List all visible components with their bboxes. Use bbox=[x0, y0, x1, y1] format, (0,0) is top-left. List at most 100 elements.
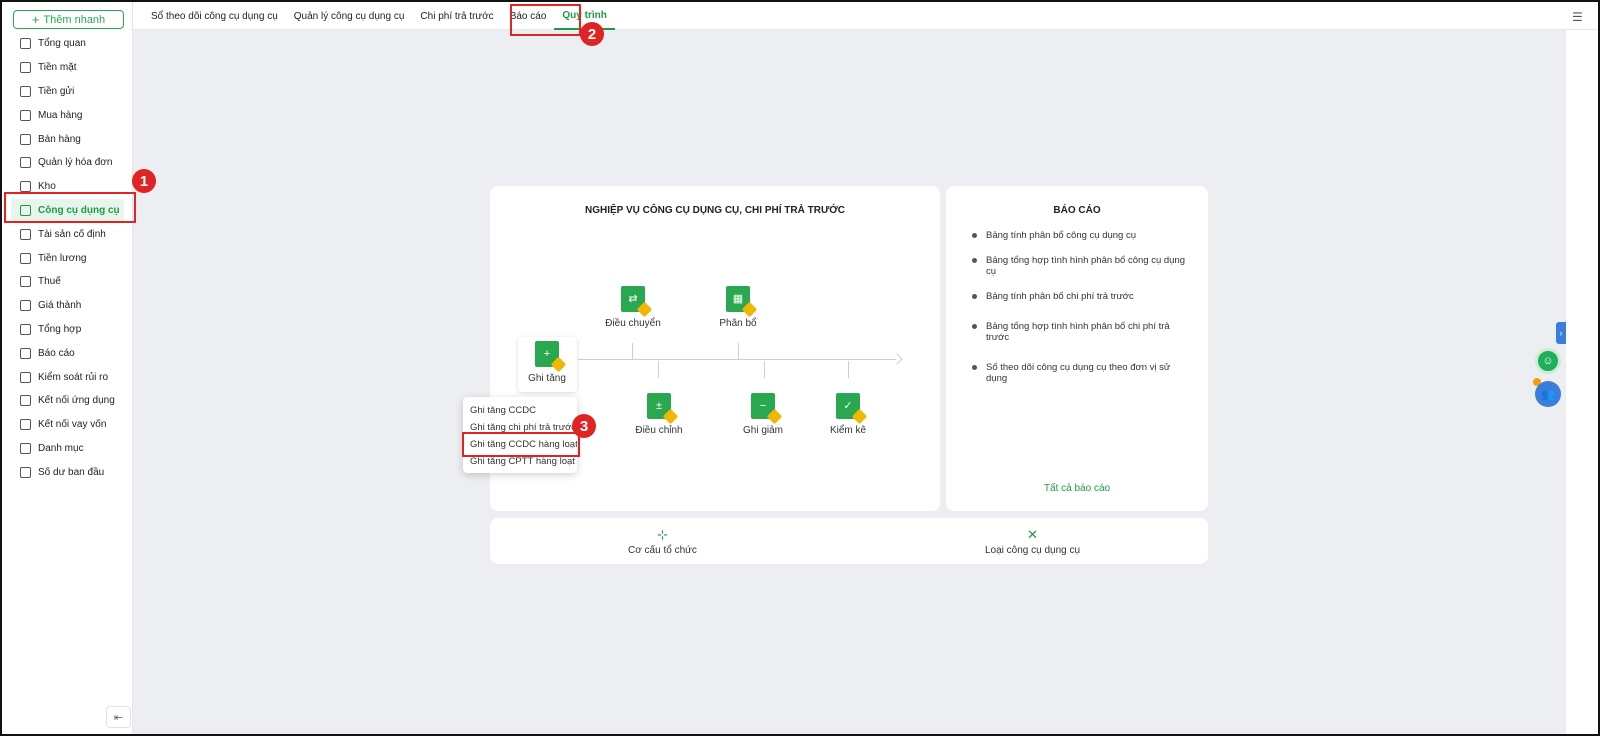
adjust-icon: ± bbox=[647, 393, 671, 419]
quick-add-label: Thêm nhanh bbox=[43, 13, 106, 26]
balance-icon bbox=[20, 466, 31, 478]
process-node-phan-bo[interactable]: ▦ Phân bổ bbox=[698, 286, 778, 329]
bot-icon: ☺ bbox=[1542, 355, 1554, 367]
sidebar-item-tien-gui[interactable]: Tiền gửi bbox=[2, 80, 133, 104]
timeline-tick bbox=[848, 361, 849, 378]
highlight-box-3 bbox=[462, 432, 580, 457]
summary-icon bbox=[20, 323, 31, 335]
sidebar-item-label: Giá thành bbox=[38, 300, 82, 312]
sidebar-item-label: Danh mục bbox=[38, 442, 84, 454]
sidebar-item-label: Tổng quan bbox=[38, 38, 86, 50]
shopping-bag-icon bbox=[20, 109, 31, 121]
step-badge-1: 1 bbox=[132, 169, 156, 193]
quick-add-button[interactable]: + Thêm nhanh bbox=[13, 10, 124, 29]
sidebar-item-kiem-soat-rui-ro[interactable]: Kiểm soát rủi ro bbox=[2, 365, 133, 389]
dashboard-icon bbox=[20, 38, 31, 50]
process-node-kiem-ke[interactable]: ✓ Kiểm kê bbox=[808, 393, 888, 436]
step-badge-3: 3 bbox=[572, 414, 596, 438]
expand-panel-button[interactable]: › bbox=[1556, 322, 1566, 344]
node-label: Điều chỉnh bbox=[635, 425, 683, 436]
sidebar-item-label: Thuế bbox=[38, 276, 61, 288]
process-title: NGHIỆP VỤ CÔNG CỤ DỤNG CỤ, CHI PHÍ TRẢ T… bbox=[585, 205, 845, 216]
chevron-right-icon: › bbox=[1559, 328, 1563, 338]
sidebar-item-label: Kiểm soát rủi ro bbox=[38, 371, 109, 383]
report-item[interactable]: Bảng tổng hợp tình hình phân bổ công cụ … bbox=[970, 255, 1190, 277]
sidebar-item-thue[interactable]: Thuế bbox=[2, 270, 133, 294]
top-tab-bar: Sổ theo dõi công cụ dụng cụ Quản lý công… bbox=[133, 2, 1598, 30]
report-item[interactable]: Bảng tính phân bổ công cụ dụng cụ bbox=[970, 230, 1190, 241]
cash-icon bbox=[20, 62, 31, 74]
decrease-asset-icon: − bbox=[751, 393, 775, 419]
all-reports-link[interactable]: Tất cả báo cáo bbox=[946, 483, 1208, 494]
node-label: Ghi giảm bbox=[742, 425, 783, 436]
increase-asset-icon: + bbox=[535, 341, 559, 367]
process-node-dieu-chuyen[interactable]: ⇄ Điều chuyển bbox=[593, 286, 673, 329]
tools-icon: ✕ bbox=[1027, 527, 1038, 542]
sidebar-item-ket-noi-vay-von[interactable]: Kết nối vay vốn bbox=[2, 413, 133, 437]
tool-type-label: Loại công cụ dụng cụ bbox=[985, 545, 1081, 556]
allocate-icon: ▦ bbox=[726, 286, 750, 312]
checklist-icon: ✓ bbox=[836, 393, 860, 419]
tab-so-theo-doi[interactable]: Sổ theo dõi công cụ dụng cụ bbox=[143, 2, 286, 30]
column-settings-icon[interactable]: ☰ bbox=[1572, 10, 1586, 24]
report-item[interactable]: Bảng tính phân bổ chi phí trả trước bbox=[970, 291, 1190, 302]
sidebar-item-ket-noi-ung-dung[interactable]: Kết nối ứng dụng bbox=[2, 389, 133, 413]
list-icon bbox=[20, 442, 31, 454]
sidebar-item-so-du-ban-dau[interactable]: Số dư ban đầu bbox=[2, 460, 133, 484]
sidebar-item-label: Bán hàng bbox=[38, 133, 81, 145]
node-label: Ghi tăng bbox=[528, 373, 566, 384]
collapse-sidebar-button[interactable]: ⇤ bbox=[106, 706, 131, 728]
collapse-left-icon: ⇤ bbox=[113, 711, 124, 724]
sidebar-item-danh-muc[interactable]: Danh mục bbox=[2, 437, 133, 461]
sidebar-item-gia-thanh[interactable]: Giá thành bbox=[2, 294, 133, 318]
sidebar: + Thêm nhanh Tổng quan Tiền mặt Tiền gửi… bbox=[2, 2, 133, 734]
report-item[interactable]: Bảng tổng hợp tình hình phân bổ chi phí … bbox=[970, 321, 1190, 343]
sidebar-item-label: Số dư ban đầu bbox=[38, 466, 105, 478]
community-button[interactable]: 👥 bbox=[1535, 381, 1561, 407]
timeline-tick bbox=[738, 343, 739, 360]
process-node-ghi-tang[interactable]: + Ghi tăng bbox=[507, 341, 587, 384]
sidebar-item-tai-san-co-dinh[interactable]: Tài sản cố định bbox=[2, 222, 133, 246]
highlight-box-2 bbox=[510, 4, 581, 36]
report-item[interactable]: Sổ theo dõi công cụ dụng cụ theo đơn vị … bbox=[970, 362, 1190, 384]
report-icon bbox=[20, 347, 31, 359]
transfer-icon: ⇄ bbox=[621, 286, 645, 312]
cost-icon bbox=[20, 300, 31, 312]
tool-type-link[interactable]: ✕ Loại công cụ dụng cụ bbox=[985, 527, 1081, 557]
sidebar-item-quan-ly-hoa-don[interactable]: Quản lý hóa đơn bbox=[2, 151, 133, 175]
shortcut-card: ⊹ Cơ cấu tổ chức ✕ Loại công cụ dụng cụ bbox=[490, 518, 1208, 564]
sidebar-item-tien-mat[interactable]: Tiền mặt bbox=[2, 56, 133, 80]
sidebar-item-tien-luong[interactable]: Tiền lương bbox=[2, 246, 133, 270]
sidebar-item-label: Tiền lương bbox=[38, 252, 87, 264]
org-chart-icon: ⊹ bbox=[656, 527, 668, 542]
org-structure-link[interactable]: ⊹ Cơ cấu tổ chức bbox=[628, 527, 697, 557]
sidebar-item-label: Tiền gửi bbox=[38, 85, 75, 97]
process-node-dieu-chinh[interactable]: ± Điều chỉnh bbox=[619, 393, 699, 436]
sidebar-item-label: Tài sản cố định bbox=[38, 228, 106, 240]
sidebar-item-ban-hang[interactable]: Bán hàng bbox=[2, 127, 133, 151]
sidebar-item-label: Kết nối vay vốn bbox=[38, 419, 107, 431]
chatbot-button[interactable]: ☺ bbox=[1535, 348, 1561, 374]
highlight-box-1 bbox=[4, 192, 136, 223]
sidebar-item-bao-cao[interactable]: Báo cáo bbox=[2, 341, 133, 365]
sidebar-item-label: Tổng hợp bbox=[38, 323, 82, 335]
process-node-ghi-giam[interactable]: − Ghi giảm bbox=[723, 393, 803, 436]
truck-icon bbox=[20, 228, 31, 240]
right-rail bbox=[1566, 30, 1598, 734]
sidebar-item-mua-hang[interactable]: Mua hàng bbox=[2, 103, 133, 127]
sidebar-item-label: Quản lý hóa đơn bbox=[38, 157, 113, 169]
plug-icon bbox=[20, 395, 31, 407]
node-label: Điều chuyển bbox=[605, 318, 661, 329]
node-label: Kiểm kê bbox=[829, 425, 867, 436]
sidebar-item-tong-hop[interactable]: Tổng hợp bbox=[2, 318, 133, 342]
sidebar-item-label: Báo cáo bbox=[38, 347, 75, 359]
org-structure-label: Cơ cấu tổ chức bbox=[628, 545, 697, 556]
sidebar-item-label: Tiền mặt bbox=[38, 62, 77, 74]
tab-chi-phi-tra-truoc[interactable]: Chi phí trả trước bbox=[412, 2, 501, 30]
invoice-icon bbox=[20, 157, 31, 169]
menu-item-ghi-tang-ccdc[interactable]: Ghi tăng CCDC bbox=[463, 402, 577, 419]
users-icon: 👥 bbox=[1541, 388, 1555, 401]
sidebar-item-tong-quan[interactable]: Tổng quan bbox=[2, 32, 133, 56]
step-badge-2: 2 bbox=[580, 22, 604, 46]
tab-quan-ly-ccdc[interactable]: Quản lý công cụ dụng cụ bbox=[286, 2, 413, 30]
